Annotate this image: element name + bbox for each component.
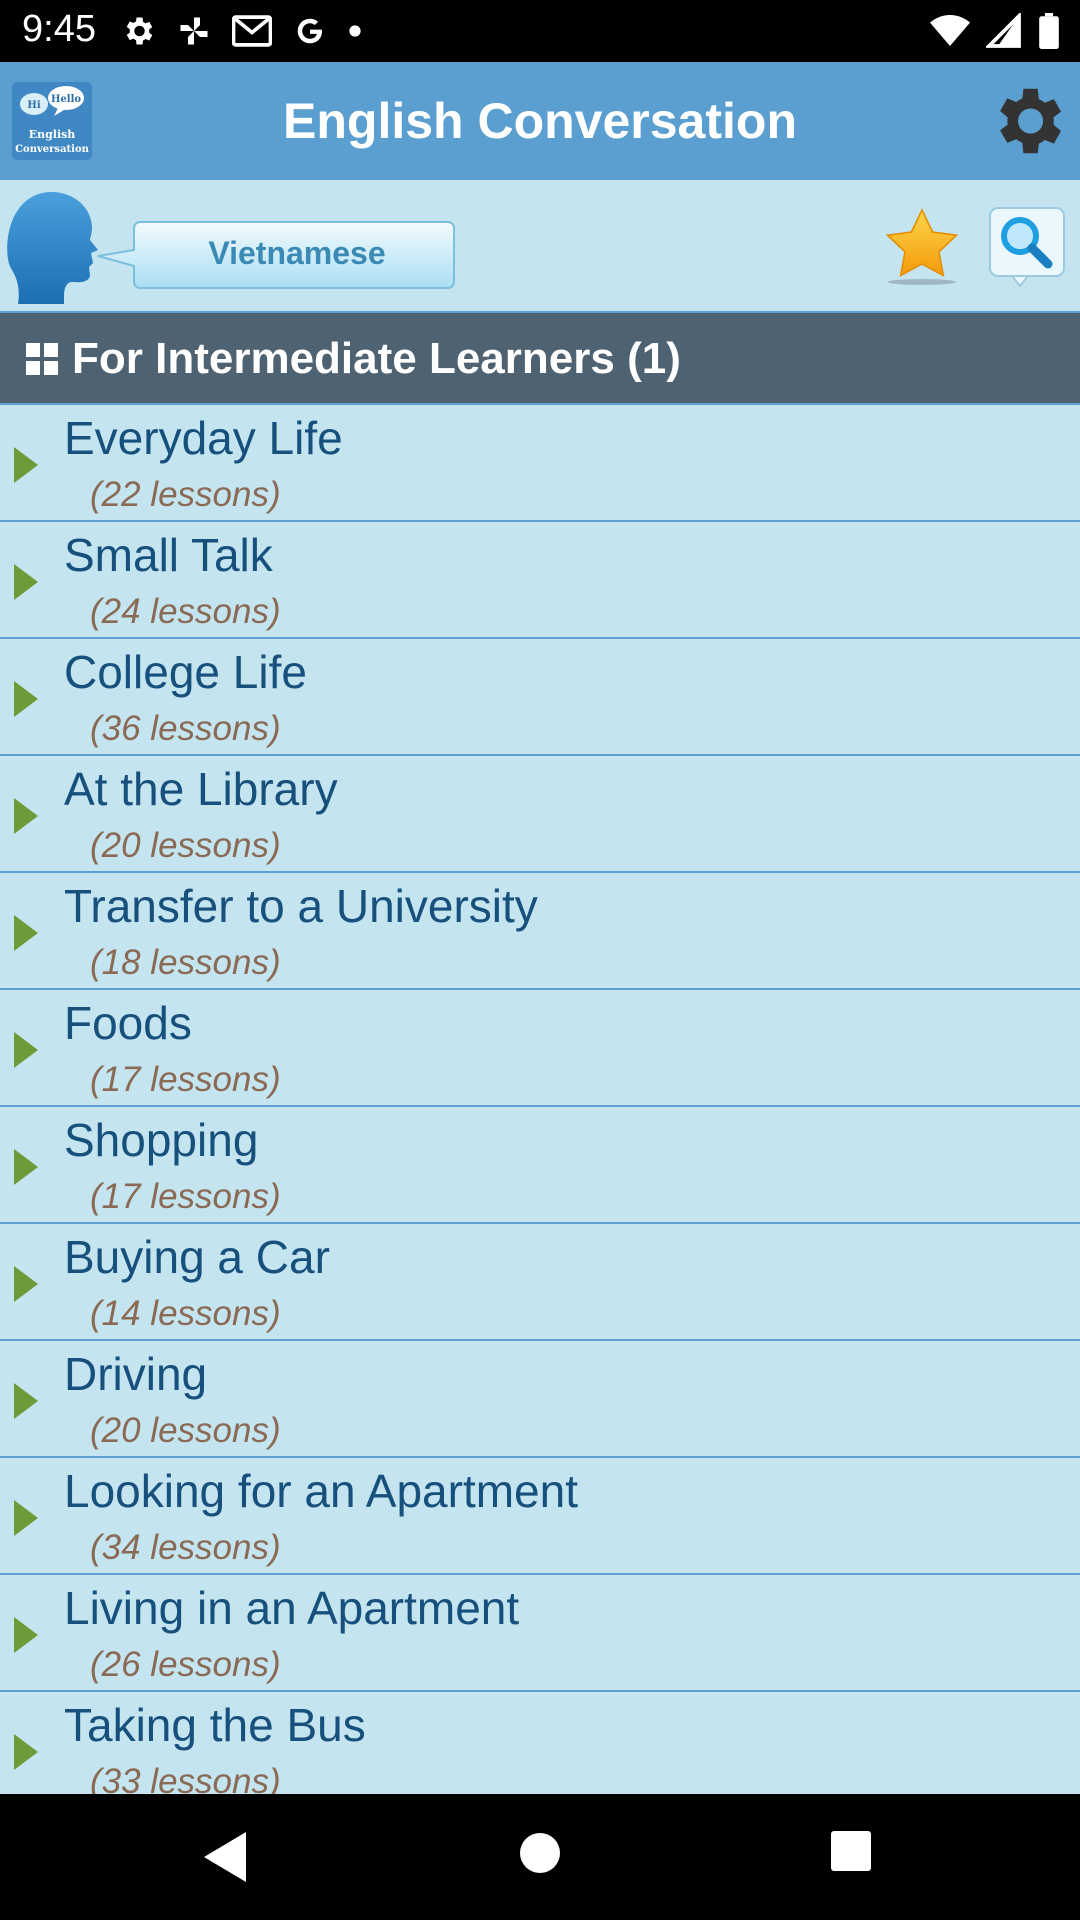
language-label[interactable]: Vietnamese	[136, 218, 458, 288]
lesson-title: Small Talk	[64, 529, 273, 581]
favorites-button[interactable]	[880, 206, 964, 290]
lesson-count: (18 lessons)	[90, 943, 281, 982]
play-arrow-icon	[14, 1500, 38, 1536]
lesson-count: (26 lessons)	[90, 1645, 281, 1684]
list-item[interactable]: Shopping (17 lessons)	[0, 1107, 1080, 1224]
lesson-title: Shopping	[64, 1114, 259, 1166]
list-item[interactable]: Transfer to a University (18 lessons)	[0, 873, 1080, 990]
status-icons-left	[120, 10, 362, 52]
lesson-count: (17 lessons)	[90, 1177, 281, 1216]
lesson-count: (24 lessons)	[90, 592, 281, 631]
gear-icon	[1000, 88, 1062, 154]
lesson-title: Living in an Apartment	[64, 1582, 520, 1634]
play-arrow-icon	[14, 447, 38, 483]
lesson-title: At the Library	[64, 763, 338, 815]
play-arrow-icon	[14, 1617, 38, 1653]
list-item[interactable]: Taking the Bus (33 lessons)	[0, 1692, 1080, 1794]
wifi-icon	[930, 15, 970, 46]
settings-gear-icon	[126, 17, 153, 45]
cellular-signal-icon	[986, 13, 1021, 48]
lesson-title: Buying a Car	[64, 1231, 330, 1283]
list-item[interactable]: Looking for an Apartment (34 lessons)	[0, 1458, 1080, 1575]
search-button[interactable]	[988, 206, 1066, 290]
section-header: For Intermediate Learners (1)	[0, 313, 1080, 405]
section-title: For Intermediate Learners (1)	[72, 334, 681, 383]
search-icon	[989, 207, 1065, 288]
play-arrow-icon	[14, 1266, 38, 1302]
status-time: 9:45	[22, 8, 96, 50]
play-arrow-icon	[14, 1149, 38, 1185]
list-item[interactable]: College Life (36 lessons)	[0, 639, 1080, 756]
dot-icon	[349, 25, 361, 37]
lesson-count: (20 lessons)	[90, 826, 281, 865]
google-icon	[297, 18, 322, 44]
lesson-count: (36 lessons)	[90, 709, 281, 748]
lesson-count: (33 lessons)	[90, 1762, 281, 1794]
play-arrow-icon	[14, 798, 38, 834]
back-icon[interactable]	[200, 1830, 250, 1884]
lesson-list[interactable]: Everyday Life (22 lessons) Small Talk (2…	[0, 405, 1080, 1794]
lesson-title: Driving	[64, 1348, 208, 1400]
status-bar: 9:45	[0, 0, 1080, 62]
star-icon	[885, 208, 959, 285]
lesson-title: Foods	[64, 997, 192, 1049]
play-arrow-icon	[14, 681, 38, 717]
lesson-count: (20 lessons)	[90, 1411, 281, 1450]
app-header: Hi Hello English Conversation English Co…	[0, 62, 1080, 180]
lesson-title: Looking for an Apartment	[64, 1465, 578, 1517]
play-arrow-icon	[14, 1383, 38, 1419]
list-item[interactable]: At the Library (20 lessons)	[0, 756, 1080, 873]
lesson-title: Transfer to a University	[64, 880, 538, 932]
grid-icon	[26, 343, 58, 375]
play-arrow-icon	[14, 915, 38, 951]
lesson-title: Taking the Bus	[64, 1699, 366, 1751]
list-item[interactable]: Foods (17 lessons)	[0, 990, 1080, 1107]
play-arrow-icon	[14, 1032, 38, 1068]
app-title: English Conversation	[283, 93, 797, 149]
gmail-icon	[232, 15, 272, 47]
list-item[interactable]: Driving (20 lessons)	[0, 1341, 1080, 1458]
lesson-count: (14 lessons)	[90, 1294, 281, 1333]
play-arrow-icon	[14, 1734, 38, 1770]
pinwheel-icon	[180, 17, 208, 45]
home-icon[interactable]	[517, 1830, 563, 1876]
language-bar: Vietnamese	[0, 180, 1080, 313]
list-item[interactable]: Everyday Life (22 lessons)	[0, 405, 1080, 522]
lesson-count: (34 lessons)	[90, 1528, 281, 1567]
status-icons-right	[930, 10, 1060, 52]
settings-button[interactable]	[984, 78, 1070, 164]
battery-icon	[1039, 13, 1059, 49]
lesson-title: College Life	[64, 646, 307, 698]
lesson-title: Everyday Life	[64, 412, 343, 464]
list-item[interactable]: Living in an Apartment (26 lessons)	[0, 1575, 1080, 1692]
navigation-bar	[0, 1794, 1080, 1920]
lesson-count: (22 lessons)	[90, 475, 281, 514]
list-item[interactable]: Small Talk (24 lessons)	[0, 522, 1080, 639]
play-arrow-icon	[14, 564, 38, 600]
list-item[interactable]: Buying a Car (14 lessons)	[0, 1224, 1080, 1341]
recents-icon[interactable]	[830, 1830, 872, 1872]
lesson-count: (17 lessons)	[90, 1060, 281, 1099]
